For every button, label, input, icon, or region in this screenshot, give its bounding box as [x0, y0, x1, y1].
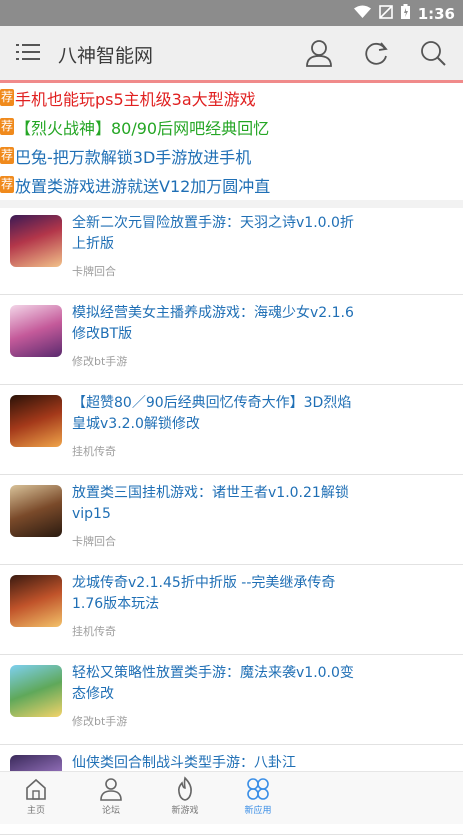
app-title: 八神智能网	[58, 45, 154, 67]
game-title[interactable]: 轻松又策略性放置类手游：魔法来袭v1.0.0变态修改	[72, 663, 357, 705]
game-category: 卡牌回合	[72, 535, 116, 548]
nav-new-game[interactable]: 新游戏	[155, 776, 215, 816]
recommended-item[interactable]: 荐 放置类游戏进游就送V12加万圆冲直	[0, 170, 463, 199]
game-category: 修改bt手游	[72, 355, 128, 368]
nav-home[interactable]: 主页	[6, 776, 66, 816]
new-app-icon	[228, 776, 288, 802]
recommended-link[interactable]: 【烈火战神】80/90后网吧经典回忆	[15, 115, 269, 139]
no-signal-icon	[378, 4, 393, 23]
game-cover-icon[interactable]	[10, 575, 62, 627]
recommend-badge: 荐	[0, 176, 14, 193]
game-category: 挂机传奇	[72, 445, 116, 458]
game-list: 全新二次元冒险放置手游：天羽之诗v1.0.0折上折版 卡牌回合 模拟经营美女主播…	[0, 205, 463, 835]
nav-label: 论坛	[101, 806, 120, 816]
recommend-badge: 荐	[0, 118, 14, 135]
game-category: 卡牌回合	[72, 265, 116, 278]
recommend-badge: 荐	[0, 89, 14, 106]
recommended-item[interactable]: 荐 【烈火战神】80/90后网吧经典回忆	[0, 112, 463, 141]
recommended-list: 荐 手机也能玩ps5主机级3a大型游戏 荐 【烈火战神】80/90后网吧经典回忆…	[0, 83, 463, 199]
refresh-icon[interactable]	[362, 39, 390, 71]
game-list-item[interactable]: 【超赞80／90后经典回忆传奇大作】3D烈焰皇城v3.2.0解锁修改 挂机传奇	[0, 385, 463, 475]
game-cover-icon[interactable]	[10, 305, 62, 357]
game-category: 挂机传奇	[72, 625, 116, 638]
user-icon[interactable]	[305, 39, 333, 71]
recommend-badge: 荐	[0, 147, 14, 164]
game-title[interactable]: 模拟经营美女主播养成游戏：海魂少女v2.1.6修改BT版	[72, 303, 357, 345]
game-list-item[interactable]: 放置类三国挂机游戏：诸世王者v1.0.21解锁vip15 卡牌回合	[0, 475, 463, 565]
wifi-icon	[353, 4, 371, 23]
status-time: 1:36	[417, 4, 455, 23]
nav-label: 主页	[26, 806, 45, 816]
game-cover-icon[interactable]	[10, 215, 62, 267]
nav-new-app[interactable]: 新应用	[228, 776, 288, 816]
status-bar: 1:36	[0, 0, 463, 26]
recommended-link[interactable]: 放置类游戏进游就送V12加万圆冲直	[15, 173, 270, 197]
game-list-item[interactable]: 龙城传奇v2.1.45折中折版 --完美继承传奇1.76版本玩法 挂机传奇	[0, 565, 463, 655]
nav-label: 新游戏	[171, 806, 199, 816]
game-title[interactable]: 全新二次元冒险放置手游：天羽之诗v1.0.0折上折版	[72, 213, 357, 255]
game-cover-icon[interactable]	[10, 395, 62, 447]
recommended-link[interactable]: 巴兔-把万款解锁3D手游放进手机	[15, 144, 251, 168]
game-list-item[interactable]: 全新二次元冒险放置手游：天羽之诗v1.0.0折上折版 卡牌回合	[0, 205, 463, 295]
recommended-link[interactable]: 手机也能玩ps5主机级3a大型游戏	[15, 86, 256, 110]
battery-icon	[400, 4, 410, 23]
home-icon	[6, 776, 66, 802]
game-title[interactable]: 【超赞80／90后经典回忆传奇大作】3D烈焰皇城v3.2.0解锁修改	[72, 393, 357, 435]
recommended-item[interactable]: 荐 巴兔-把万款解锁3D手游放进手机	[0, 141, 463, 170]
nav-forum[interactable]: 论坛	[81, 776, 141, 816]
recommended-item[interactable]: 荐 手机也能玩ps5主机级3a大型游戏	[0, 83, 463, 112]
menu-icon[interactable]	[16, 43, 40, 65]
game-list-item[interactable]: 模拟经营美女主播养成游戏：海魂少女v2.1.6修改BT版 修改bt手游	[0, 295, 463, 385]
game-title[interactable]: 放置类三国挂机游戏：诸世王者v1.0.21解锁vip15	[72, 483, 357, 525]
forum-icon	[81, 776, 141, 802]
game-cover-icon[interactable]	[10, 485, 62, 537]
game-cover-icon[interactable]	[10, 665, 62, 717]
game-title[interactable]: 龙城传奇v2.1.45折中折版 --完美继承传奇1.76版本玩法	[72, 573, 357, 615]
new-game-icon	[155, 776, 215, 802]
bottom-nav: 主页 论坛 新游戏 新应用	[0, 771, 463, 824]
game-list-item[interactable]: 轻松又策略性放置类手游：魔法来袭v1.0.0变态修改 修改bt手游	[0, 655, 463, 745]
game-category: 修改bt手游	[72, 715, 128, 728]
nav-label: 新应用	[244, 806, 272, 816]
app-header: 八神智能网	[0, 26, 463, 83]
search-icon[interactable]	[419, 39, 447, 71]
